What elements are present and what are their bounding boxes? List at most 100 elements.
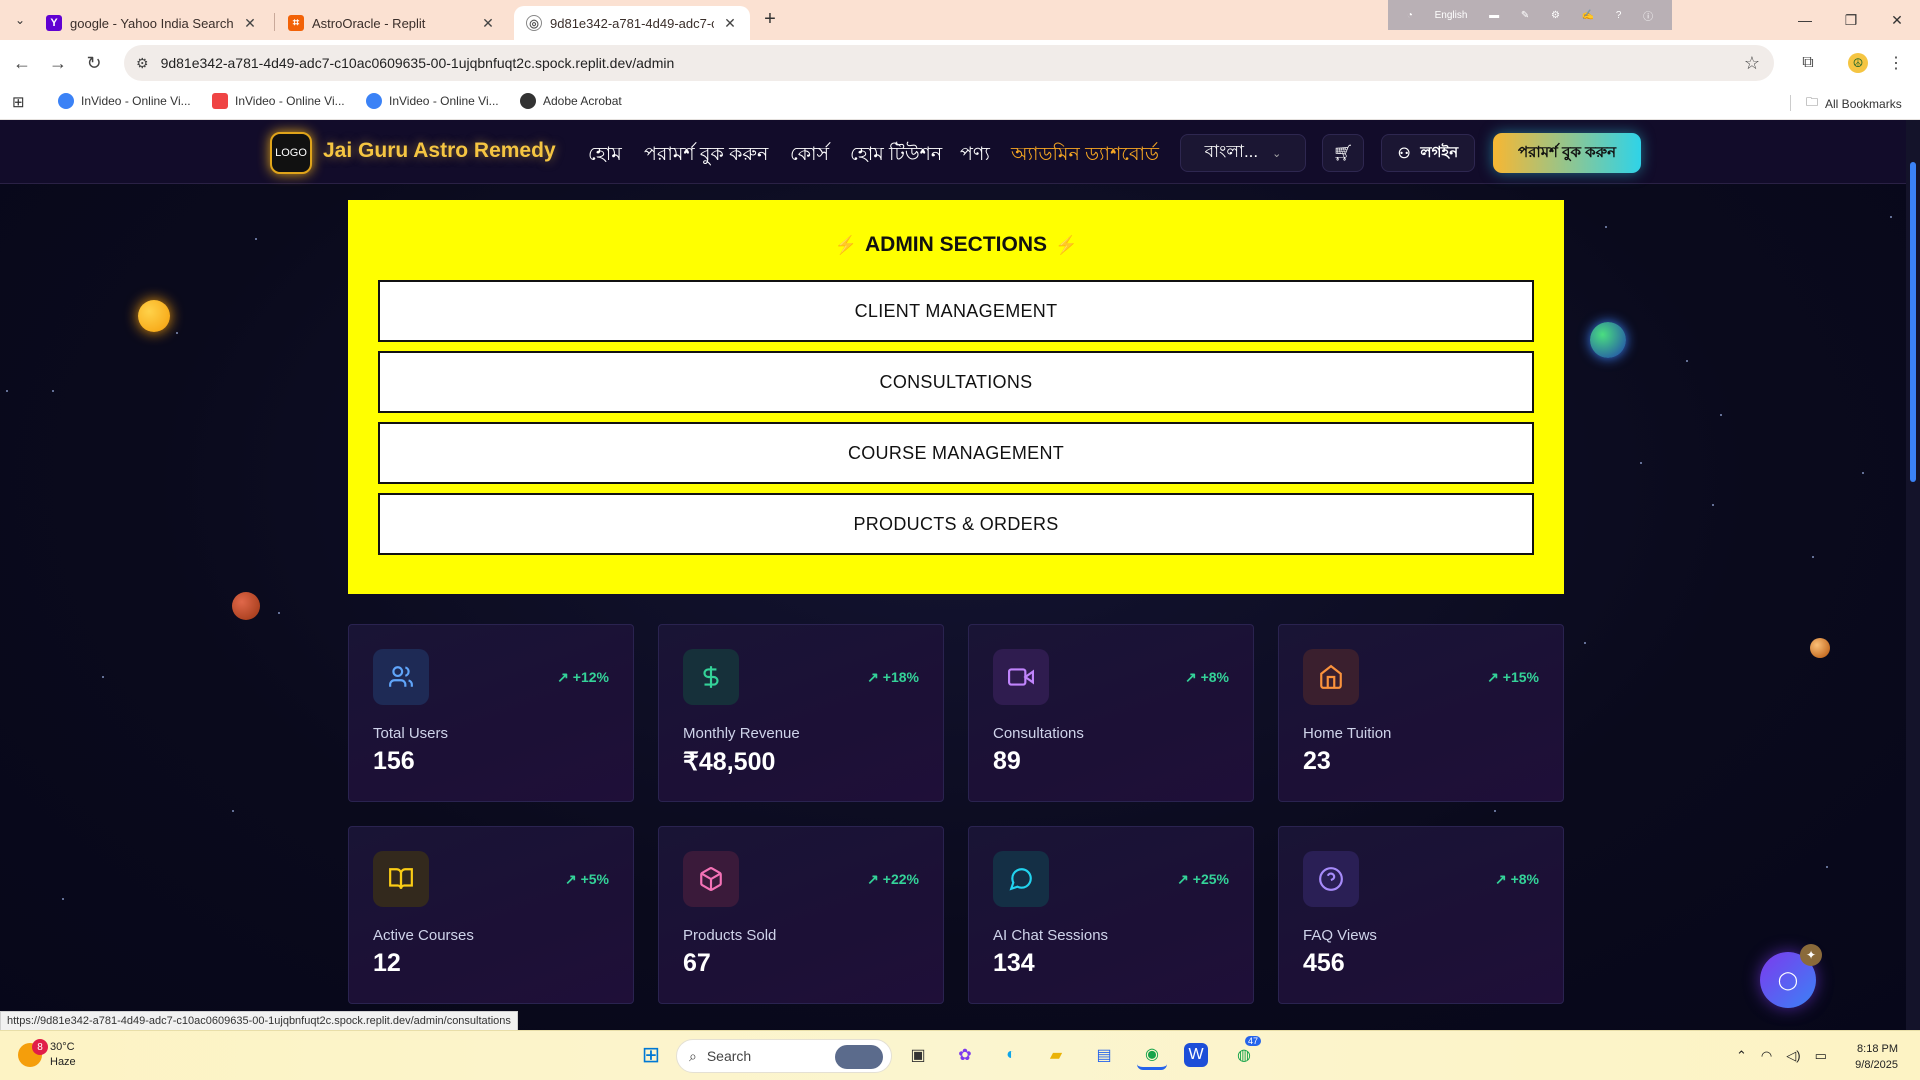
trend-indicator: ↗ +22% — [867, 871, 919, 887]
battery-icon[interactable]: ▭ — [1815, 1048, 1827, 1064]
bookmark-item[interactable]: InVideo - Online Vi... — [58, 93, 191, 109]
help-circle-icon — [1303, 851, 1359, 907]
all-bookmarks[interactable]: 🗀 All Bookmarks — [1806, 93, 1902, 114]
extensions-icon[interactable]: ⧉ — [1796, 51, 1820, 75]
replit-icon: ⌗ — [288, 15, 304, 31]
cart-button[interactable]: 🛒︎ — [1322, 134, 1364, 172]
weather-widget[interactable]: 8 30°C Haze — [18, 1039, 76, 1070]
stat-label: FAQ Views — [1303, 927, 1377, 944]
info-icon[interactable]: ⓘ — [1643, 8, 1653, 23]
tab-search-button[interactable]: ⌄ — [8, 8, 32, 32]
stat-card-home-tuition: ↗ +15% Home Tuition 23 — [1278, 624, 1564, 802]
settings-icon[interactable]: ⚙ — [1551, 10, 1560, 21]
ime-logo-icon[interactable]: ◔ — [1407, 10, 1413, 21]
products-orders-button[interactable]: PRODUCTS & ORDERS — [378, 493, 1534, 555]
file-explorer-icon[interactable]: ▰ — [1041, 1040, 1071, 1070]
nav-home[interactable]: হোম — [588, 140, 622, 172]
trend-indicator: ↗ +8% — [1184, 669, 1229, 685]
menu-icon[interactable]: ⋮ — [1884, 51, 1908, 75]
browser-tab-bar: ⌄ Y google - Yahoo India Search Re ✕ ⌗ A… — [0, 0, 1920, 40]
wifi-icon[interactable]: ◠ — [1761, 1048, 1772, 1064]
task-view-icon[interactable]: ▣ — [903, 1040, 933, 1070]
tab-replit[interactable]: ⌗ AstroOracle - Replit ✕ — [276, 6, 508, 40]
keyboard-icon[interactable]: ▬ — [1489, 10, 1499, 21]
tab-admin[interactable]: ◎ 9d81e342-a781-4d49-adc7-c10 ✕ — [514, 6, 750, 40]
youtube-icon — [212, 93, 228, 109]
client-management-button[interactable]: CLIENT MANAGEMENT — [378, 280, 1534, 342]
stat-label: Consultations — [993, 725, 1084, 742]
stat-value: ₹48,500 — [683, 748, 776, 776]
close-tab-icon[interactable]: ✕ — [242, 15, 258, 32]
nav-book-consultation[interactable]: পরামর্শ বুক করুন — [644, 140, 768, 172]
restore-icon[interactable]: ❐ — [1828, 0, 1874, 40]
system-tray: ⌃ ◠ ◁) ▭ — [1736, 1048, 1827, 1064]
bookmark-star-icon[interactable]: ☆ — [1744, 53, 1760, 74]
chrome-icon[interactable]: ◉ — [1137, 1040, 1167, 1070]
book-icon — [373, 851, 429, 907]
nav-products[interactable]: পণ্য — [960, 140, 990, 172]
stat-label: Active Courses — [373, 927, 474, 944]
pen-icon[interactable]: ✎ — [1521, 10, 1529, 21]
minimize-icon[interactable]: — — [1782, 0, 1828, 40]
handwriting-icon[interactable]: ✍ — [1582, 10, 1594, 21]
profile-avatar[interactable]: ☮ — [1848, 53, 1868, 73]
chevron-up-icon[interactable]: ⌃ — [1736, 1048, 1747, 1064]
url-text[interactable]: 9d81e342-a781-4d49-adc7-c10ac0609635-00-… — [161, 55, 675, 71]
edge-icon[interactable]: ◐ — [996, 1040, 1026, 1070]
bookmark-item[interactable]: InVideo - Online Vi... — [212, 93, 345, 109]
bookmark-item[interactable]: InVideo - Online Vi... — [366, 93, 499, 109]
help-icon[interactable]: ? — [1616, 10, 1622, 21]
stat-card-active-courses: ↗ +5% Active Courses 12 — [348, 826, 634, 1004]
volume-icon[interactable]: ◁) — [1786, 1048, 1800, 1064]
login-button[interactable]: ⚇ লগইন — [1381, 134, 1475, 172]
windows-taskbar: 8 30°C Haze ⊞ ⌕ Search ▣ ✿ ◐ ▰ ▤ ◉ W ◍ 47… — [0, 1030, 1920, 1080]
stat-value: 67 — [683, 949, 711, 977]
forward-icon[interactable]: → — [46, 51, 70, 75]
stat-label: Total Users — [373, 725, 449, 742]
whatsapp-icon[interactable]: ◍ 47 — [1229, 1036, 1262, 1070]
nav-home-tuition[interactable]: হোম টিউশন — [850, 140, 942, 172]
ime-toolbar: ◔ English ▬ ✎ ⚙ ✍ ? ⓘ — [1388, 0, 1672, 30]
chat-bubble-icon: ◯ — [1777, 969, 1799, 990]
brand-name[interactable]: Jai Guru Astro Remedy — [323, 139, 556, 163]
word-icon[interactable]: W — [1184, 1043, 1208, 1067]
site-logo[interactable]: LOGO — [270, 132, 312, 174]
site-info-icon[interactable]: ⚙ — [136, 55, 149, 72]
tab-yahoo[interactable]: Y google - Yahoo India Search Re ✕ — [34, 6, 270, 40]
close-tab-icon[interactable]: ✕ — [722, 15, 738, 32]
address-bar[interactable]: ⚙ 9d81e342-a781-4d49-adc7-c10ac0609635-0… — [124, 45, 1774, 81]
trend-indicator: ↗ +12% — [557, 669, 609, 685]
new-tab-button[interactable]: + — [758, 8, 782, 32]
start-icon[interactable]: ⊞ — [636, 1040, 666, 1070]
taskbar-search[interactable]: ⌕ Search — [676, 1039, 892, 1073]
stat-card-monthly-revenue: ↗ +18% Monthly Revenue ₹48,500 — [658, 624, 944, 802]
store-icon[interactable]: ▤ — [1089, 1040, 1119, 1070]
book-consultation-button[interactable]: পরামর্শ বুক করুন — [1493, 133, 1641, 173]
reload-icon[interactable]: ↻ — [82, 51, 106, 75]
bookmark-item[interactable]: Adobe Acrobat — [520, 93, 622, 109]
page-scrollbar[interactable] — [1906, 120, 1920, 1030]
lightning-icon: ⚡ — [834, 235, 857, 255]
ime-language[interactable]: English — [1435, 10, 1468, 21]
consultations-button[interactable]: CONSULTATIONS — [378, 351, 1534, 413]
window-controls: — ❐ ✕ — [1782, 0, 1920, 40]
bookmarks-bar: ⊞ InVideo - Online Vi... InVideo - Onlin… — [0, 86, 1920, 120]
trend-indicator: ↗ +15% — [1487, 669, 1539, 685]
jupiter-decoration — [1810, 638, 1830, 658]
dollar-icon — [683, 649, 739, 705]
globe-icon — [520, 93, 536, 109]
system-clock[interactable]: 8:18 PM 9/8/2025 — [1840, 1041, 1898, 1073]
user-icon: ⚇ — [1397, 144, 1411, 161]
language-select[interactable]: বাংলা... ⌄ — [1180, 134, 1306, 172]
nav-courses[interactable]: কোর্স — [790, 140, 829, 172]
copilot-icon[interactable]: ✿ — [950, 1040, 980, 1070]
close-window-icon[interactable]: ✕ — [1874, 0, 1920, 40]
back-icon[interactable]: ← — [10, 51, 34, 75]
invideo-icon — [58, 93, 74, 109]
close-tab-icon[interactable]: ✕ — [480, 15, 496, 32]
nav-admin-dashboard[interactable]: অ্যাডমিন ড্যাশবোর্ড — [1011, 140, 1159, 172]
lightning-icon: ⚡ — [1055, 235, 1078, 255]
course-management-button[interactable]: COURSE MANAGEMENT — [378, 422, 1534, 484]
stat-card-consultations: ↗ +8% Consultations 89 — [968, 624, 1254, 802]
apps-icon[interactable]: ⊞ — [12, 93, 25, 111]
